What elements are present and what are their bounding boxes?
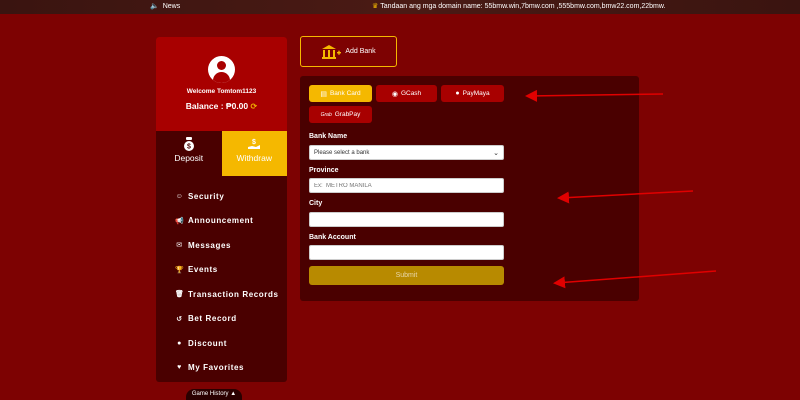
news-label: News bbox=[162, 3, 181, 10]
deposit-withdraw-row: $ Deposit $ Withdraw bbox=[156, 131, 287, 176]
news-ticker-text: Tandaan ang mga domain name: 55bmw.win,7… bbox=[380, 3, 666, 10]
withdraw-label: Withdraw bbox=[236, 153, 272, 163]
balance-display: Balance : ₱0.00 ⟳ bbox=[156, 101, 287, 111]
add-bank-label: Add Bank bbox=[345, 48, 376, 55]
avatar-icon bbox=[208, 56, 235, 83]
tab-gcash[interactable]: ◉ GCash bbox=[376, 85, 437, 102]
menu-item-events[interactable]: 🏆 Events bbox=[156, 258, 287, 283]
submit-button[interactable]: Submit bbox=[309, 266, 504, 285]
bank-account-label: Bank Account bbox=[309, 234, 356, 241]
profile-card: Welcome Tomtom1123 Balance : ₱0.00 ⟳ bbox=[156, 37, 287, 131]
discount-icon: ● bbox=[177, 339, 182, 347]
trophy-icon: 🏆 bbox=[175, 266, 185, 274]
menu-item-label: My Favorites bbox=[188, 363, 245, 373]
card-icon: ▤ bbox=[320, 90, 327, 98]
menu-item-label: Messages bbox=[188, 240, 232, 250]
menu-item-transaction-records[interactable]: 🗑 Transaction Records bbox=[156, 282, 287, 307]
deposit-label: Deposit bbox=[174, 153, 204, 163]
speaker-icon: 🔈 bbox=[150, 3, 159, 10]
bank-form-panel: ▤ Bank Card ◉ GCash ● PayMaya Grab GrabP… bbox=[300, 76, 639, 301]
tab-bank-card[interactable]: ▤ Bank Card bbox=[309, 85, 372, 102]
withdraw-button[interactable]: $ Withdraw bbox=[221, 131, 287, 176]
menu-item-bet-record[interactable]: ↺ Bet Record bbox=[156, 307, 287, 332]
add-bank-button[interactable]: Add Bank bbox=[300, 36, 397, 67]
news-label-group: 🔈 News bbox=[150, 0, 180, 14]
account-sidebar: Welcome Tomtom1123 Balance : ₱0.00 ⟳ $ D… bbox=[156, 37, 287, 382]
menu-item-label: Transaction Records bbox=[188, 289, 279, 299]
news-bar: 🔈 News ♛ Tandaan ang mga domain name: 55… bbox=[0, 0, 800, 14]
bank-account-input[interactable] bbox=[309, 245, 504, 260]
menu-item-label: Events bbox=[188, 265, 218, 275]
menu-item-label: Discount bbox=[188, 338, 228, 348]
megaphone-icon: 📢 bbox=[175, 217, 185, 225]
crown-icon: ♛ bbox=[372, 3, 379, 10]
hand-money-icon: $ bbox=[248, 139, 261, 149]
heart-icon: ♥ bbox=[177, 364, 182, 372]
user-shield-icon: ☺ bbox=[175, 192, 184, 200]
grab-logo: Grab bbox=[320, 111, 332, 118]
svg-text:$: $ bbox=[187, 144, 191, 151]
menu-item-security[interactable]: ☺ Security bbox=[156, 184, 287, 209]
welcome-text: Welcome Tomtom1123 bbox=[186, 88, 257, 95]
envelope-icon: ✉ bbox=[176, 242, 183, 250]
tab-paymaya-label: PayMaya bbox=[462, 90, 490, 97]
bank-select[interactable]: Please select a bank ⌄ bbox=[309, 145, 504, 160]
money-bag-icon: $ bbox=[183, 137, 194, 151]
tab-paymaya[interactable]: ● PayMaya bbox=[441, 85, 504, 102]
gcash-icon: ◉ bbox=[391, 90, 398, 98]
bank-name-label: Bank Name bbox=[309, 133, 348, 140]
menu-item-my-favorites[interactable]: ♥ My Favorites bbox=[156, 356, 287, 381]
bank-select-value: Please select a bank bbox=[314, 149, 370, 156]
refresh-balance-icon[interactable]: ⟳ bbox=[251, 102, 258, 111]
history-icon: ↺ bbox=[176, 315, 183, 323]
province-label: Province bbox=[309, 167, 339, 174]
svg-text:$: $ bbox=[252, 139, 256, 146]
balance-text: Balance : ₱0.00 bbox=[185, 101, 249, 111]
menu-item-messages[interactable]: ✉ Messages bbox=[156, 233, 287, 258]
tab-bank-card-label: Bank Card bbox=[329, 90, 361, 97]
menu-item-announcement[interactable]: 📢 Announcement bbox=[156, 209, 287, 234]
paymaya-icon: ● bbox=[455, 90, 460, 97]
menu-item-discount[interactable]: ● Discount bbox=[156, 331, 287, 356]
province-input[interactable] bbox=[309, 178, 504, 193]
deposit-button[interactable]: $ Deposit bbox=[156, 131, 222, 176]
news-ticker: ♛ Tandaan ang mga domain name: 55bmw.win… bbox=[372, 0, 665, 14]
chevron-down-icon: ⌄ bbox=[493, 149, 499, 157]
menu-item-label: Announcement bbox=[188, 216, 254, 226]
game-history-tab[interactable]: Game History ▲ bbox=[186, 389, 242, 400]
trash-icon: 🗑 bbox=[175, 291, 185, 299]
city-label: City bbox=[309, 200, 323, 207]
tab-grabpay-label: GrabPay bbox=[334, 111, 361, 118]
city-input[interactable] bbox=[309, 212, 504, 227]
bank-icon bbox=[322, 44, 342, 59]
tab-grabpay[interactable]: Grab GrabPay bbox=[309, 106, 372, 123]
account-menu: ☺ Security 📢 Announcement ✉ Messages 🏆 E… bbox=[156, 176, 287, 380]
menu-item-label: Security bbox=[188, 191, 225, 201]
tab-gcash-label: GCash bbox=[400, 90, 422, 97]
menu-item-label: Bet Record bbox=[188, 314, 237, 324]
